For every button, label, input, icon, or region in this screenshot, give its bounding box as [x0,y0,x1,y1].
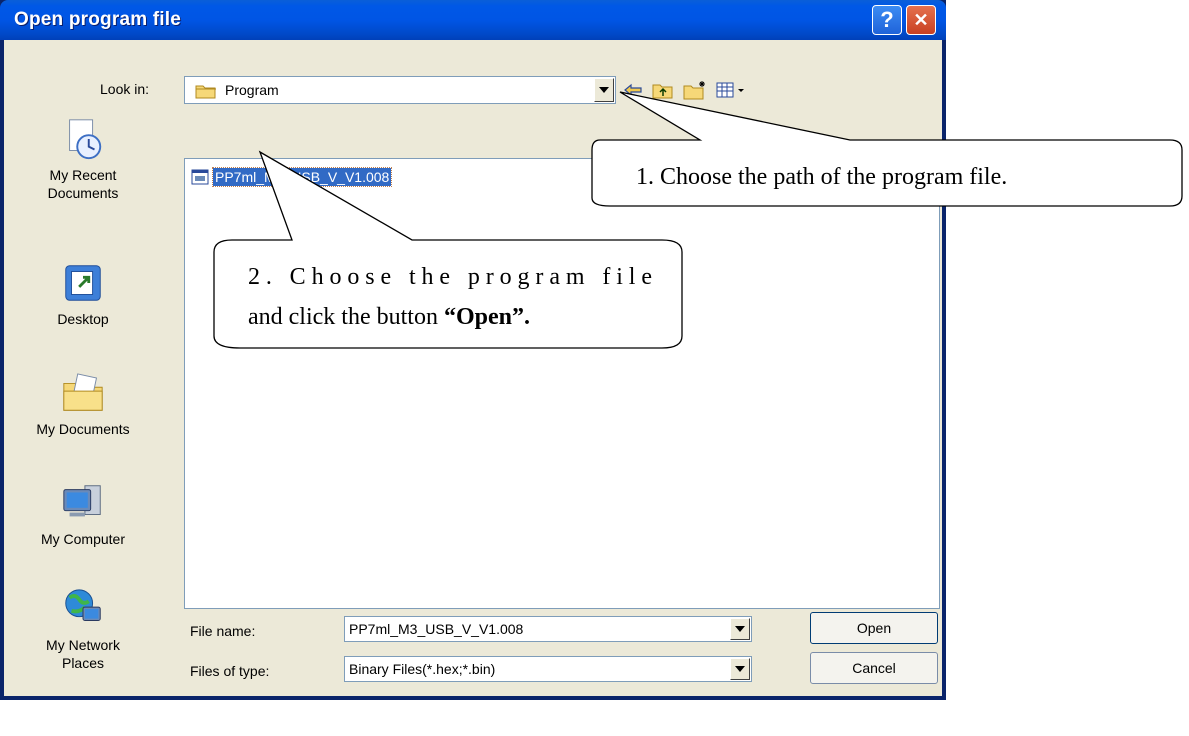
annotation-overlay: 1. Choose the path of the program file. … [213,91,1183,349]
callout-2-prefix: and click the button [248,304,444,330]
callout-1-text: 1. Choose the path of the program file. [636,164,1007,190]
callout-2-bold: “Open”. [444,304,530,330]
callout-2-text-line2: and click the button “Open”. [248,304,530,330]
